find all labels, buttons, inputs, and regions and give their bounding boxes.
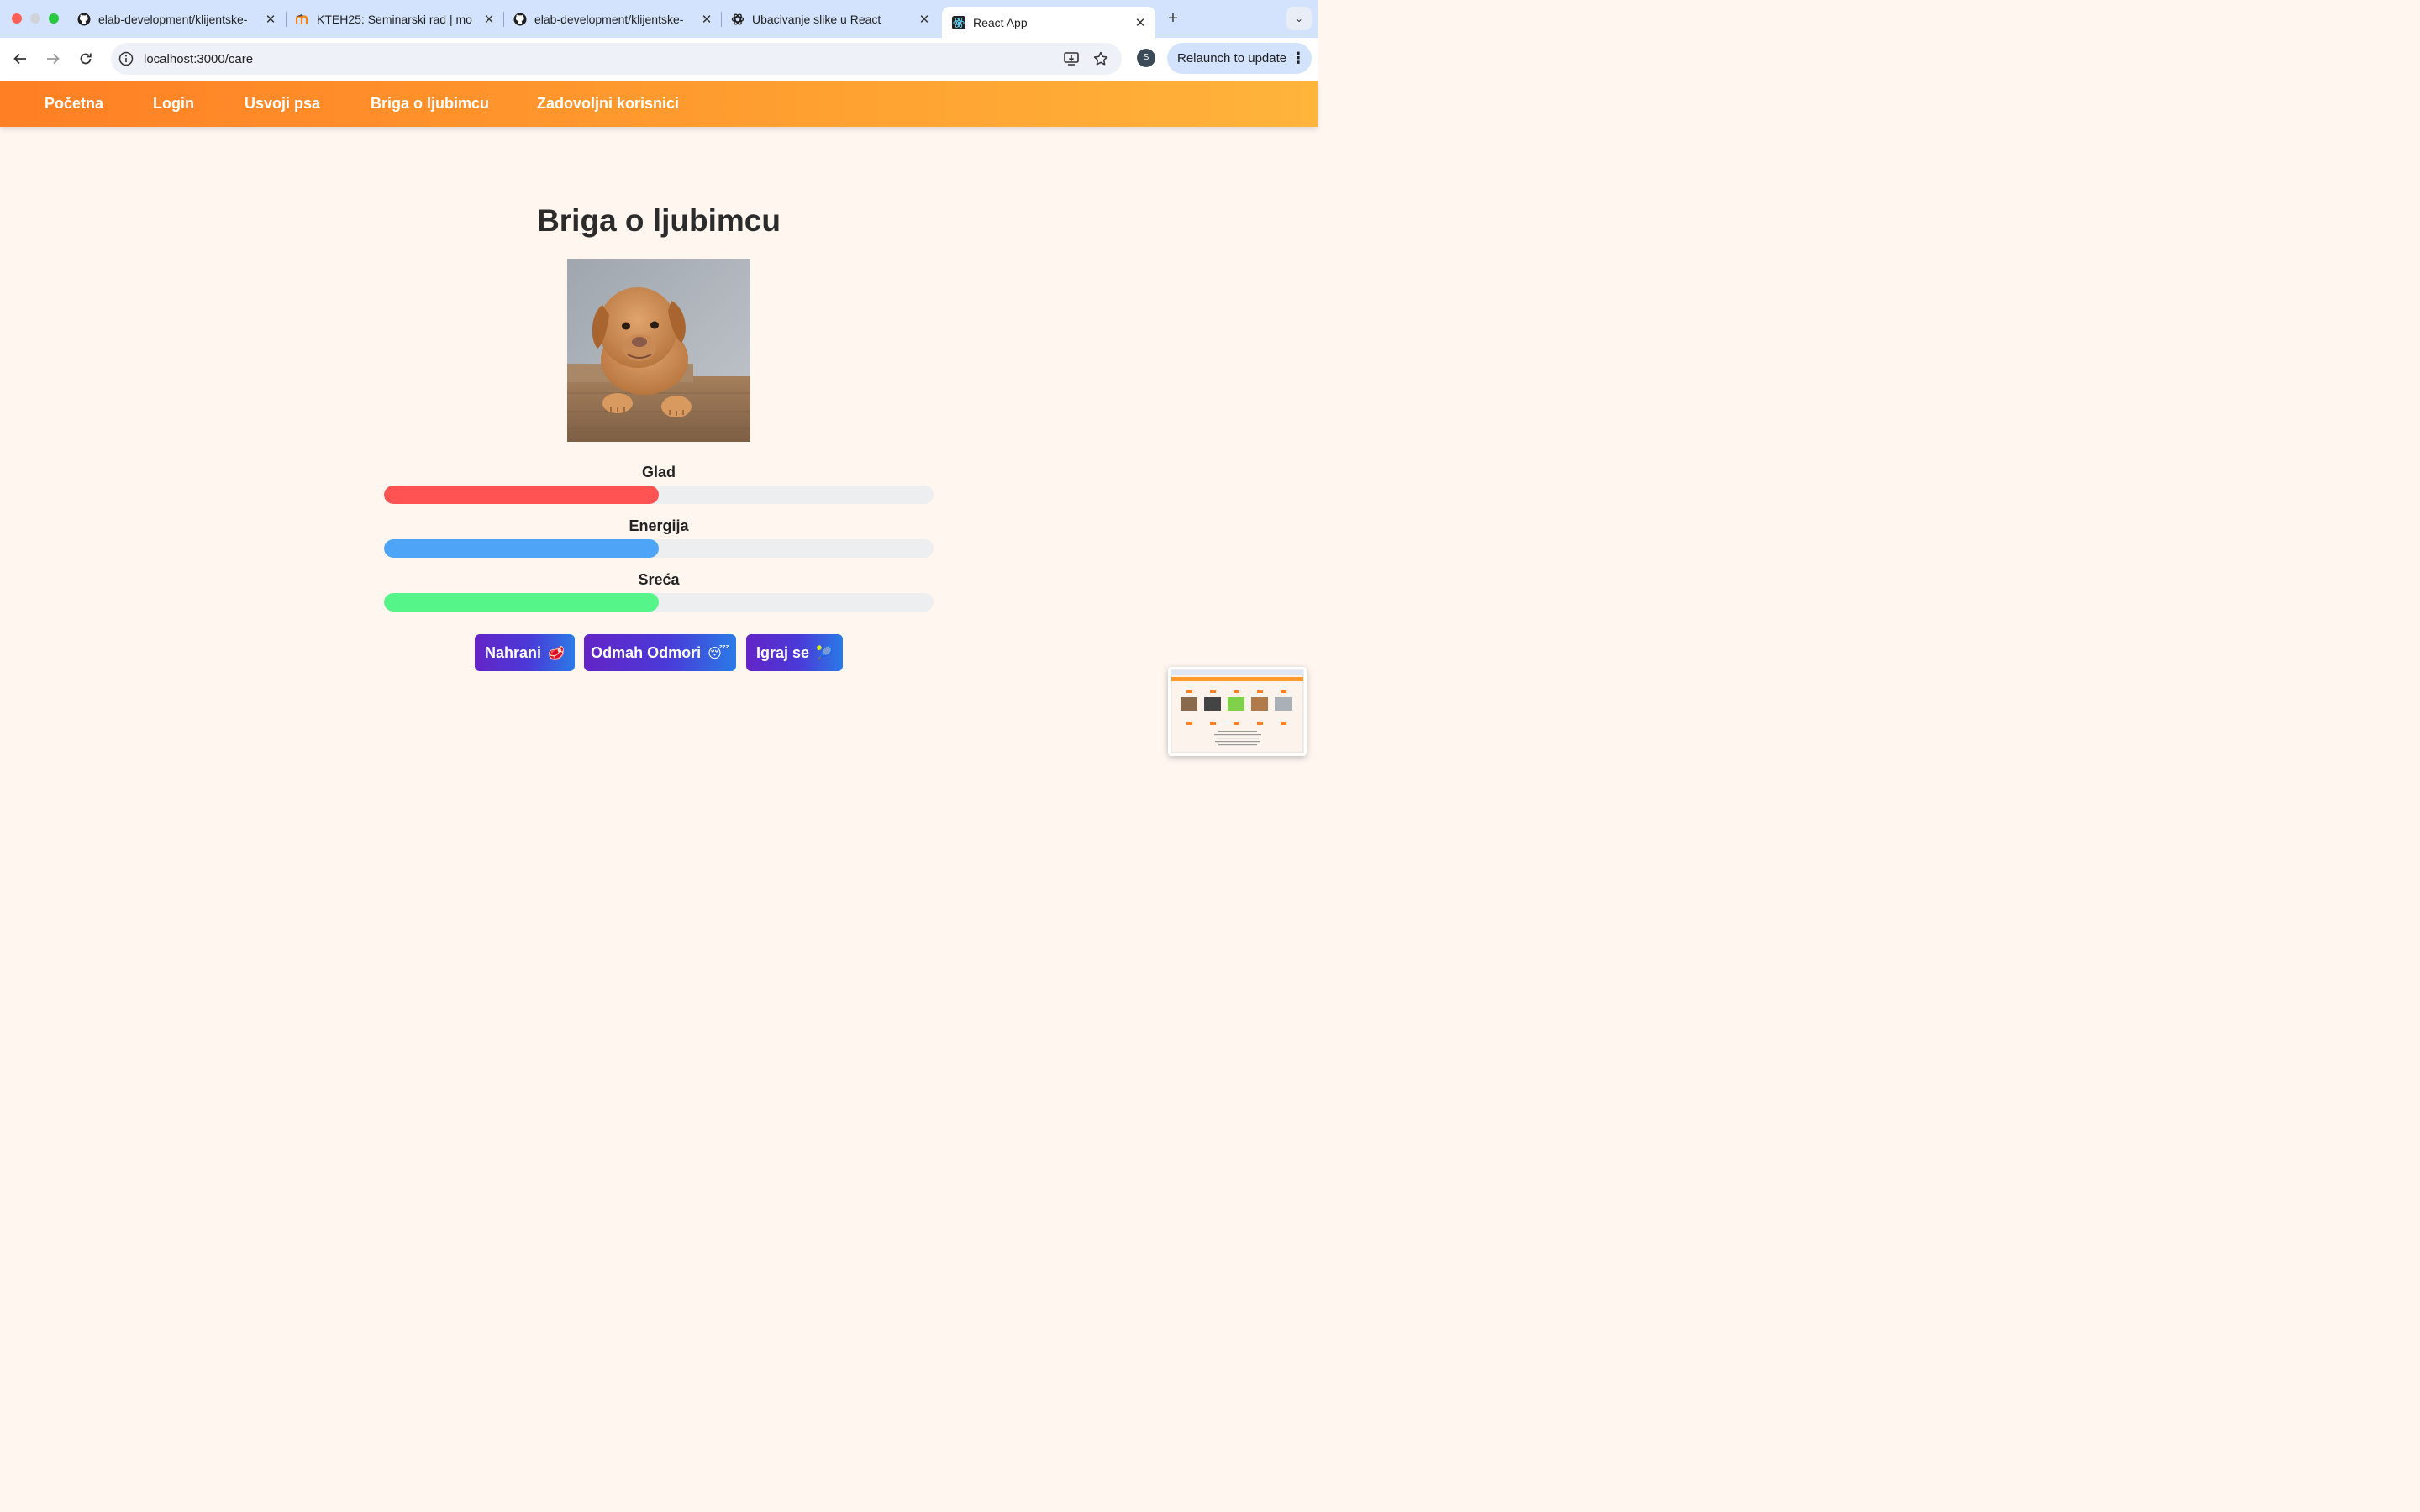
forward-arrow-icon[interactable]: [41, 47, 65, 71]
browser-tab-1[interactable]: elab-development/klijentske- ✕: [67, 5, 286, 33]
close-tab-icon[interactable]: ✕: [700, 12, 713, 27]
maximize-window-button[interactable]: [49, 13, 59, 24]
close-tab-icon[interactable]: ✕: [1134, 15, 1147, 30]
app-navbar: Početna Login Usvoji psa Briga o ljubimc…: [0, 81, 1318, 127]
sleeping-face-icon: 😴: [708, 644, 729, 661]
energy-progress-bar: [384, 539, 934, 558]
rest-button[interactable]: Odmah Odmori 😴: [584, 634, 736, 671]
react-icon: [952, 15, 965, 29]
minimize-window-button[interactable]: [30, 13, 40, 24]
tab-title: elab-development/klijentske-: [98, 12, 248, 26]
page-title: Briga o ljubimcu: [537, 203, 781, 238]
browser-tab-active[interactable]: React App ✕: [942, 7, 1155, 38]
nav-link-zadovoljni-korisnici[interactable]: Zadovoljni korisnici: [537, 81, 679, 127]
bookmark-star-icon[interactable]: [1092, 50, 1109, 67]
new-tab-button[interactable]: +: [1163, 8, 1183, 29]
tab-title: Ubacivanje slike u React: [752, 12, 881, 26]
browser-tab-3[interactable]: elab-development/klijentske- ✕: [503, 5, 722, 33]
moodle-icon: [296, 13, 309, 26]
address-bar[interactable]: localhost:3000/care: [111, 43, 1122, 75]
stat-label-energija: Energija: [629, 517, 689, 534]
nav-link-usvoji-psa[interactable]: Usvoji psa: [245, 81, 320, 127]
tab-title: KTEH25: Seminarski rad | mo: [317, 12, 472, 26]
nav-link-login[interactable]: Login: [153, 81, 194, 127]
stat-label-glad: Glad: [641, 464, 676, 480]
play-button[interactable]: Igraj se 🎾: [746, 634, 843, 671]
feed-button-label: Nahrani: [485, 643, 542, 661]
reload-icon[interactable]: [74, 47, 97, 71]
energy-progress-fill: [384, 539, 659, 558]
install-app-icon[interactable]: [1063, 50, 1080, 67]
tab-title: elab-development/klijentske-: [534, 12, 684, 26]
hunger-progress-bar: [384, 486, 934, 504]
openai-icon: [731, 13, 744, 26]
profile-avatar[interactable]: S: [1137, 49, 1155, 67]
relaunch-label: Relaunch to update: [1177, 51, 1287, 66]
stat-label-sreca: Sreća: [638, 571, 680, 588]
puppy-photo: [567, 259, 750, 442]
tab-search-chevron-icon[interactable]: ⌄: [1286, 7, 1312, 30]
browser-tab-2[interactable]: KTEH25: Seminarski rad | mo ✕: [286, 5, 504, 33]
browser-tab-4[interactable]: Ubacivanje slike u React ✕: [721, 5, 939, 33]
close-tab-icon[interactable]: ✕: [482, 12, 496, 27]
close-tab-icon[interactable]: ✕: [918, 12, 931, 27]
tab-title: React App: [973, 15, 1028, 29]
meat-icon: 🥩: [548, 644, 565, 661]
tennis-ball-icon: 🎾: [816, 644, 833, 661]
screenshot-thumbnail-preview[interactable]: [1168, 667, 1307, 756]
relaunch-to-update-button[interactable]: Relaunch to update ⋮: [1167, 43, 1312, 74]
url-text[interactable]: localhost:3000/care: [144, 52, 1063, 66]
happiness-progress-bar: [384, 593, 934, 612]
hunger-progress-fill: [384, 486, 659, 504]
close-tab-icon[interactable]: ✕: [264, 12, 277, 27]
nav-link-pocetna[interactable]: Početna: [45, 81, 103, 127]
rest-button-label: Odmah Odmori: [591, 643, 702, 661]
close-window-button[interactable]: [12, 13, 22, 24]
more-menu-icon[interactable]: ⋮: [1291, 50, 1306, 67]
browser-tab-strip: elab-development/klijentske- ✕ KTEH25: S…: [0, 0, 1318, 38]
github-icon: [77, 13, 91, 26]
feed-button[interactable]: Nahrani 🥩: [475, 634, 575, 671]
nav-link-briga-o-ljubimcu[interactable]: Briga o ljubimcu: [371, 81, 489, 127]
happiness-progress-fill: [384, 593, 659, 612]
play-button-label: Igraj se: [756, 643, 810, 661]
github-icon: [513, 13, 527, 26]
back-arrow-icon[interactable]: [8, 47, 32, 71]
browser-toolbar: localhost:3000/care S Relaunch to update…: [0, 38, 1318, 81]
site-info-icon[interactable]: [118, 51, 134, 66]
